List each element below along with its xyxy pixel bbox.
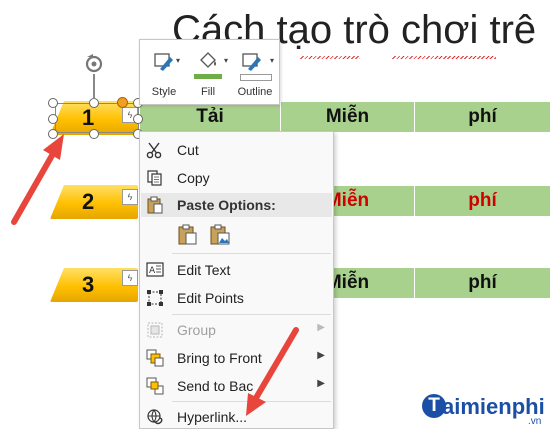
fill-label: Fill (200, 86, 216, 98)
clipboard-icon (147, 196, 163, 214)
submenu-arrow-icon: ▶ (317, 350, 325, 361)
resize-handle[interactable] (89, 129, 99, 139)
table-cell[interactable]: phí (415, 186, 550, 216)
paste-options-label: Paste Options: (177, 197, 276, 213)
table-cell[interactable]: phí (415, 102, 550, 132)
menu-item-bring-to-front[interactable]: Bring to Front ▶ (140, 345, 333, 371)
copy-icon (147, 170, 162, 186)
context-menu: Cut Copy Paste Options: A Edit Text Edit… (139, 131, 334, 429)
menu-item-label: Copy (177, 170, 210, 186)
rotate-handle-icon[interactable] (83, 52, 105, 74)
menu-item-cut[interactable]: Cut (140, 137, 333, 163)
menu-item-label: Cut (177, 142, 199, 158)
spellcheck-underline (300, 56, 360, 59)
menu-separator (172, 314, 331, 315)
bring-to-front-icon (146, 349, 164, 367)
menu-item-label: Bring to Front (177, 350, 262, 366)
menu-item-label: Send to Bac (177, 378, 254, 394)
dropdown-arrow-icon[interactable]: ▾ (176, 56, 180, 65)
hyperlink-globe-icon (147, 409, 163, 425)
svg-text:A: A (149, 266, 156, 276)
selection-border (55, 103, 139, 133)
pen-outline-icon (242, 53, 261, 71)
outline-label: Outline (237, 86, 273, 98)
menu-separator (172, 253, 331, 254)
menu-item-edit-points[interactable]: Edit Points (140, 285, 333, 311)
paste-keep-formatting-icon[interactable] (176, 224, 200, 246)
menu-item-hyperlink[interactable]: Hyperlink... (140, 404, 333, 429)
resize-handle[interactable] (48, 114, 58, 124)
slide-canvas[interactable]: Cách tạo trò chơi trê Tải Miễn phí Miễn … (0, 0, 550, 429)
logo-tld: .vn (528, 416, 542, 427)
adjust-handle[interactable] (117, 97, 128, 108)
rotate-stem (93, 74, 95, 99)
spellcheck-underline (392, 56, 496, 59)
fill-color-swatch (194, 74, 222, 79)
shape-number: 2 (82, 189, 95, 214)
menu-item-copy[interactable]: Copy (140, 165, 333, 191)
resize-handle[interactable] (133, 114, 143, 124)
edit-text-icon: A (146, 262, 164, 277)
fill-button[interactable]: Fill (188, 46, 228, 102)
submenu-arrow-icon: ▶ (317, 378, 325, 389)
menu-item-label: Group (177, 322, 216, 338)
shape-number: 3 (82, 272, 95, 297)
paste-as-picture-icon[interactable] (208, 224, 232, 246)
menu-item-label: Edit Points (177, 290, 244, 306)
menu-item-send-to-back[interactable]: Send to Bac ▶ (140, 373, 333, 399)
menu-item-edit-text[interactable]: A Edit Text (140, 257, 333, 283)
menu-item-label: Edit Text (177, 262, 231, 278)
dropdown-arrow-icon[interactable]: ▾ (270, 56, 274, 65)
style-button[interactable]: Style (144, 46, 184, 102)
flash-icon: ϟ (122, 189, 138, 205)
resize-handle[interactable] (48, 129, 58, 139)
flash-icon: ϟ (122, 270, 138, 286)
paste-options-header: Paste Options: (141, 193, 332, 217)
scissors-icon (146, 142, 162, 159)
table-cell[interactable]: phí (415, 268, 550, 298)
table-cell[interactable]: Tải (140, 102, 281, 132)
mini-toolbar: Style Fill Outline ▾ ▾ ▾ (139, 39, 280, 105)
group-icon (147, 322, 163, 338)
edit-points-icon (147, 290, 163, 306)
send-to-back-icon (146, 377, 164, 395)
style-label: Style (151, 86, 177, 98)
shape-style-icon (154, 53, 173, 71)
outline-button[interactable]: Outline (232, 46, 278, 102)
outline-color-swatch (240, 74, 272, 81)
dropdown-arrow-icon[interactable]: ▾ (224, 56, 228, 65)
resize-handle[interactable] (89, 98, 99, 108)
table-cell[interactable]: Miễn (281, 102, 415, 132)
submenu-arrow-icon: ▶ (317, 322, 325, 333)
table-row: Tải Miễn phí (140, 102, 550, 132)
menu-item-label: Hyperlink... (177, 409, 248, 425)
menu-separator (172, 401, 331, 402)
menu-item-group[interactable]: Group ▶ (140, 317, 333, 343)
resize-handle[interactable] (48, 98, 58, 108)
paint-bucket-icon (200, 52, 216, 68)
